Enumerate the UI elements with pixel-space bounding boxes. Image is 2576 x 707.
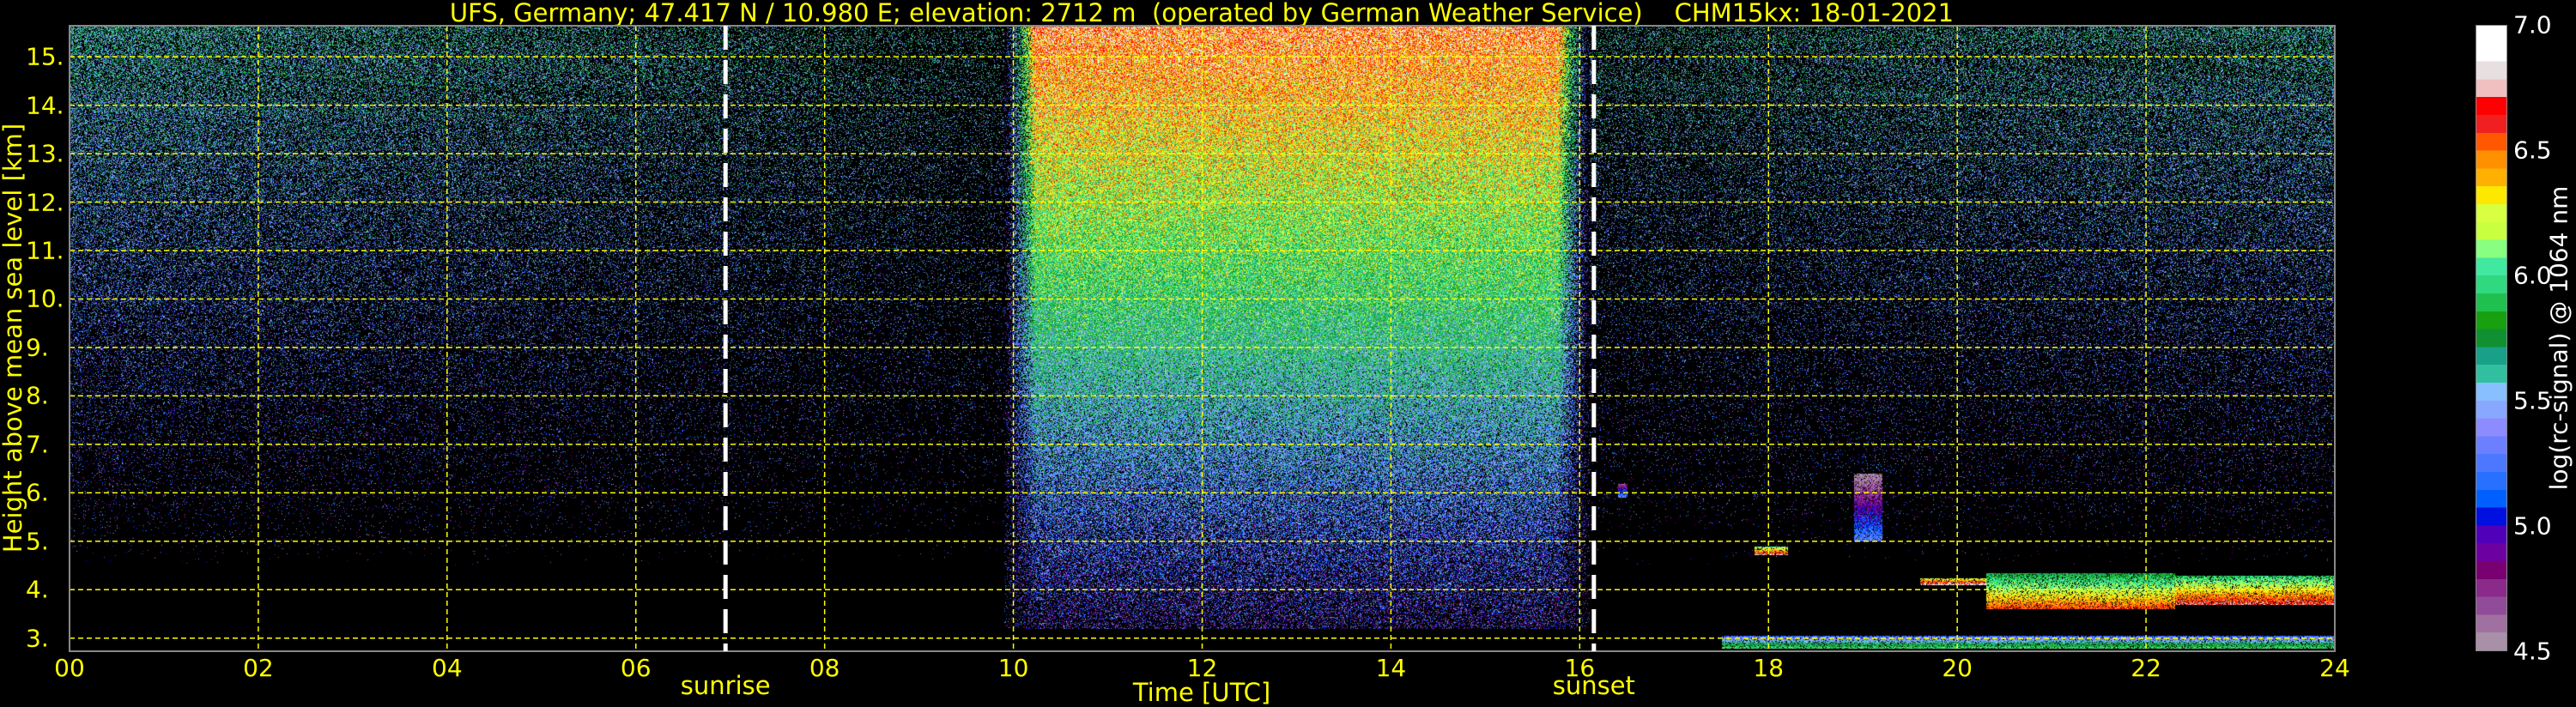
sunrise-label: sunrise	[680, 671, 771, 700]
colorbar-tick-label: 4.5	[2513, 637, 2552, 666]
colorbar	[2476, 25, 2507, 651]
y-tick-label: 6.	[26, 478, 49, 507]
colorbar-tick-label: 7.0	[2513, 10, 2552, 39]
x-axis-label: Time [UTC]	[1132, 678, 1271, 707]
x-tick-label: 24	[2319, 654, 2350, 682]
x-tick-label: 06	[620, 654, 652, 682]
y-tick-label: 11.	[26, 236, 64, 265]
x-tick-label: 02	[243, 654, 274, 682]
colorbar-tick-label: 6.5	[2513, 136, 2552, 165]
x-tick-label: 18	[1753, 654, 1785, 682]
y-tick-label: 12.	[26, 188, 64, 217]
y-tick-label: 14.	[26, 91, 64, 120]
y-tick-label: 4.	[26, 575, 49, 604]
x-tick-label: 20	[1942, 654, 1973, 682]
colorbar-tick-label: 5.0	[2513, 511, 2552, 541]
sunset-label: sunset	[1552, 671, 1635, 700]
y-tick-label: 8.	[26, 381, 49, 410]
y-tick-label: 3.	[26, 624, 49, 653]
x-tick-label: 08	[809, 654, 840, 682]
y-axis-label: Height above mean sea level [km]	[0, 123, 27, 553]
grid-overlay	[69, 25, 2336, 652]
y-tick-label: 10.	[26, 284, 64, 313]
y-tick-label: 5.	[26, 527, 49, 556]
y-tick-label: 7.	[26, 430, 49, 459]
y-tick-label: 15.	[26, 42, 64, 71]
x-tick-label: 22	[2131, 654, 2161, 682]
x-tick-label: 14	[1375, 654, 1407, 682]
x-tick-label: 00	[54, 654, 85, 682]
chart-title: UFS, Germany; 47.417 N / 10.980 E; eleva…	[449, 0, 1955, 27]
x-tick-label: 04	[432, 654, 463, 682]
y-tick-label: 9.	[26, 333, 49, 362]
y-tick-label: 13.	[26, 139, 64, 168]
plot-area	[69, 25, 2336, 652]
x-tick-label: 10	[997, 654, 1029, 682]
colorbar-label: log(rc-signal) @ 1064 nm	[2544, 185, 2573, 491]
